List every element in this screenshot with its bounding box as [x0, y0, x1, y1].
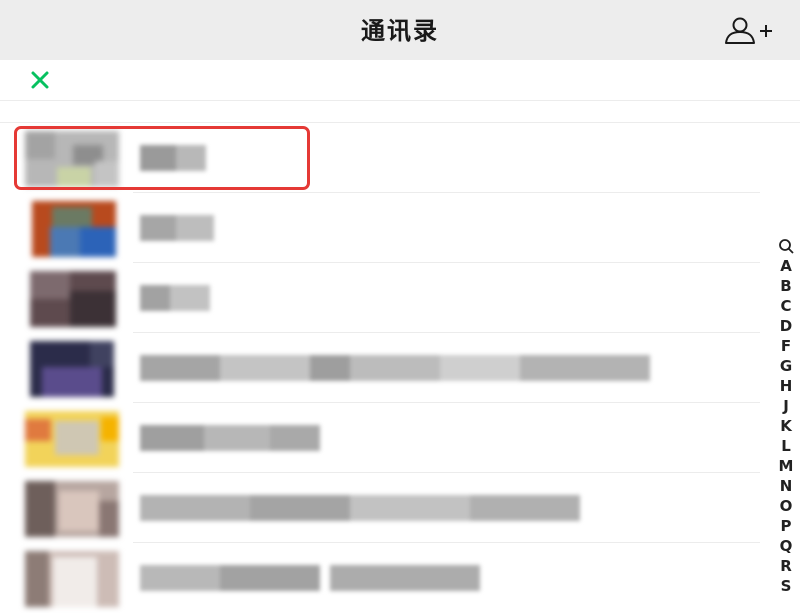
- index-letter-c[interactable]: C: [772, 296, 800, 316]
- index-letter-l[interactable]: L: [772, 436, 800, 456]
- avatar: [25, 411, 119, 467]
- index-letter-m[interactable]: M: [772, 456, 800, 476]
- avatar: [25, 481, 119, 537]
- avatar: [32, 201, 116, 257]
- contact-name: [140, 495, 580, 521]
- alphabet-index[interactable]: ABCDFGHJKLMNOPQRS: [772, 236, 800, 600]
- index-letter-o[interactable]: O: [772, 496, 800, 516]
- close-button[interactable]: [28, 68, 52, 92]
- index-letter-g[interactable]: G: [772, 356, 800, 376]
- index-letter-h[interactable]: H: [772, 376, 800, 396]
- contact-row[interactable]: [0, 263, 760, 333]
- contact-name: [140, 355, 650, 381]
- contact-list: [0, 123, 800, 607]
- contact-row[interactable]: [0, 123, 760, 193]
- index-letter-n[interactable]: N: [772, 476, 800, 496]
- index-letter-k[interactable]: K: [772, 416, 800, 436]
- contact-row[interactable]: [0, 403, 760, 473]
- avatar: [30, 341, 114, 397]
- header-bar: 通讯录: [0, 0, 800, 60]
- index-letter-j[interactable]: J: [772, 396, 800, 416]
- index-letter-q[interactable]: Q: [772, 536, 800, 556]
- avatar: [25, 131, 119, 187]
- index-letter-s[interactable]: S: [772, 576, 800, 596]
- contact-row[interactable]: [0, 333, 760, 403]
- close-icon: [31, 71, 49, 89]
- index-search[interactable]: [772, 236, 800, 256]
- index-letter-p[interactable]: P: [772, 516, 800, 536]
- contact-row[interactable]: [0, 543, 760, 613]
- index-letter-a[interactable]: A: [772, 256, 800, 276]
- search-bar: [0, 60, 800, 101]
- page-title: 通讯录: [361, 17, 439, 45]
- index-letter-r[interactable]: R: [772, 556, 800, 576]
- avatar: [25, 551, 119, 607]
- index-letter-b[interactable]: B: [772, 276, 800, 296]
- index-letter-d[interactable]: D: [772, 316, 800, 336]
- index-letter-f[interactable]: F: [772, 336, 800, 356]
- search-icon: [779, 239, 794, 254]
- contact-row[interactable]: [0, 193, 760, 263]
- add-contact-icon: [725, 17, 772, 44]
- avatar: [30, 271, 116, 327]
- contact-name: [140, 425, 320, 451]
- contact-name: [140, 565, 480, 591]
- add-contact-button[interactable]: [722, 16, 774, 46]
- contact-row[interactable]: [0, 473, 760, 543]
